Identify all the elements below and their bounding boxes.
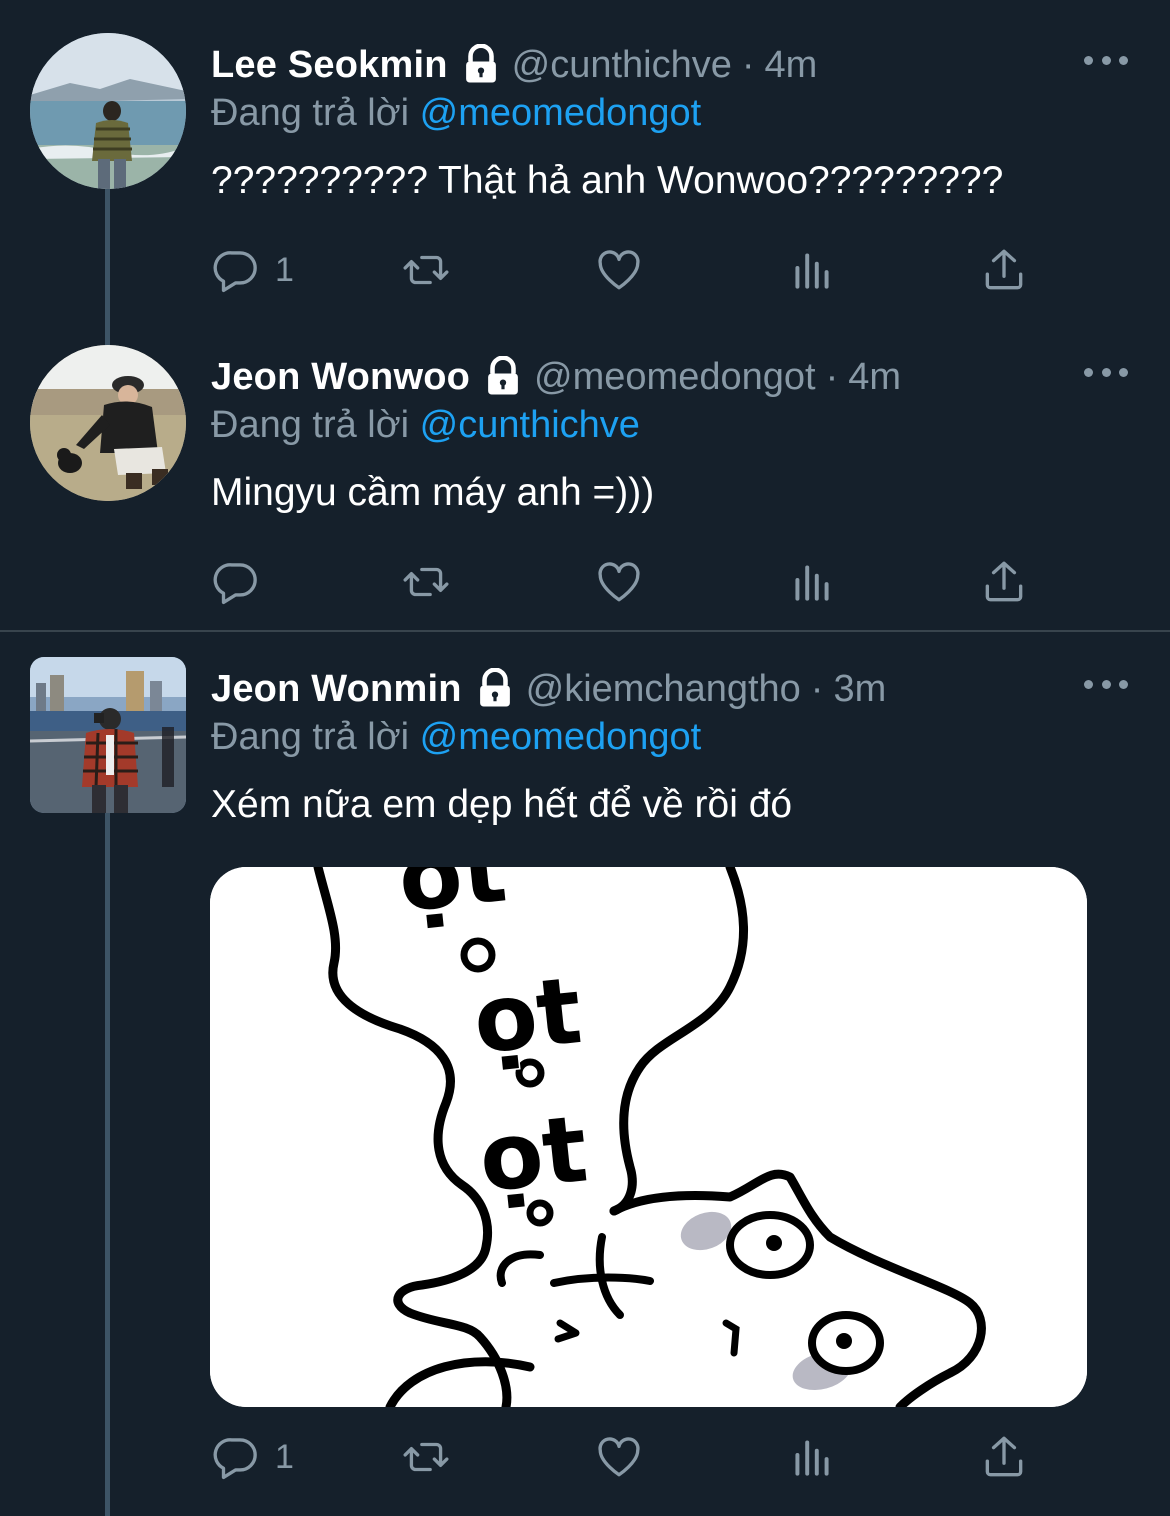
reply-icon [213, 563, 257, 605]
replying-to: Đang trả lời @meomedongot [211, 712, 701, 762]
timestamp[interactable]: 3m [833, 662, 886, 716]
lock-icon [460, 44, 502, 86]
sticker-text-2: ọt [469, 957, 587, 1075]
tweet-actions: 1 [211, 240, 1051, 300]
avatar[interactable] [30, 33, 186, 189]
replying-prefix: Đang trả lời [211, 716, 420, 758]
timestamp[interactable]: 4m [765, 38, 818, 92]
analytics-icon [795, 253, 829, 289]
replying-prefix: Đang trả lời [211, 92, 420, 134]
share-button[interactable] [979, 240, 1029, 300]
replying-mention[interactable]: @cunthichve [420, 404, 640, 446]
separator-dot: · [741, 44, 755, 86]
tweet-header: Jeon Wonmin @kiemchangtho · 3m [211, 662, 886, 716]
tweet-1[interactable]: Lee Seokmin @cunthichve · 4m Đang trả lờ… [0, 0, 1170, 312]
share-icon [985, 1436, 1023, 1477]
user-handle[interactable]: @meomedongot [534, 350, 816, 404]
tweet-actions: 1 [211, 1427, 1051, 1487]
separator-dot: · [810, 668, 824, 710]
reply-count: 1 [275, 250, 294, 289]
heart-icon [598, 250, 640, 290]
share-button[interactable] [979, 1427, 1029, 1487]
replying-mention[interactable]: @meomedongot [420, 92, 702, 134]
reply-button[interactable] [211, 552, 275, 612]
tweet-2[interactable]: Jeon Wonwoo @meomedongot · 4m Đang trả l… [0, 312, 1170, 632]
avatar-photo-beach [30, 33, 186, 189]
user-handle[interactable]: @kiemchangtho [526, 662, 801, 716]
analytics-icon [795, 565, 829, 601]
separator-dot: · [825, 356, 839, 398]
avatar[interactable] [30, 657, 186, 813]
retweet-icon [403, 567, 449, 597]
reply-button[interactable]: 1 [211, 240, 294, 300]
share-button[interactable] [979, 552, 1029, 612]
heart-icon [598, 562, 640, 602]
analytics-button[interactable] [787, 552, 837, 612]
share-icon [985, 561, 1023, 602]
timestamp[interactable]: 4m [848, 350, 901, 404]
retweet-icon [403, 1442, 449, 1472]
retweet-icon [403, 255, 449, 285]
like-button[interactable] [594, 552, 644, 612]
sticker-image: ọt ọt ọt [210, 867, 1087, 1407]
retweet-button[interactable] [401, 1427, 451, 1487]
lock-icon [482, 356, 524, 398]
tweet-media-image[interactable]: ọt ọt ọt [210, 867, 1087, 1407]
replying-to: Đang trả lời @meomedongot [211, 88, 701, 138]
lock-icon [474, 668, 516, 710]
tweet-text: Xém nữa em dẹp hết để về rồi đó [211, 783, 793, 826]
sticker-text-3: ọt [474, 1095, 592, 1213]
heart-icon [598, 1437, 640, 1477]
analytics-icon [795, 1440, 829, 1476]
retweet-button[interactable] [401, 552, 451, 612]
share-icon [985, 249, 1023, 290]
like-button[interactable] [594, 1427, 644, 1487]
reply-count: 1 [275, 1437, 294, 1476]
tweet-feed: Lee Seokmin @cunthichve · 4m Đang trả lờ… [0, 0, 1170, 1516]
replying-prefix: Đang trả lời [211, 404, 420, 446]
like-button[interactable] [594, 240, 644, 300]
analytics-button[interactable] [787, 240, 837, 300]
replying-to: Đang trả lời @cunthichve [211, 400, 640, 450]
user-handle[interactable]: @cunthichve [512, 38, 732, 92]
reply-button[interactable]: 1 [211, 1427, 294, 1487]
avatar[interactable] [30, 345, 186, 501]
avatar-photo-city [30, 657, 186, 813]
replying-mention[interactable]: @meomedongot [420, 716, 702, 758]
tweet-text: ?????????? Thật hả anh Wonwoo????????? [211, 159, 1004, 202]
tweet-header: Lee Seokmin @cunthichve · 4m [211, 38, 817, 92]
more-icon[interactable] [1084, 672, 1128, 696]
analytics-button[interactable] [787, 1427, 837, 1487]
more-icon[interactable] [1084, 360, 1128, 384]
sticker-text-1: ọt [393, 867, 511, 933]
display-name[interactable]: Jeon Wonmin [211, 662, 462, 716]
avatar-photo-park [30, 345, 186, 501]
tweet-actions [211, 552, 1051, 612]
reply-icon [213, 1438, 257, 1480]
display-name[interactable]: Lee Seokmin [211, 38, 448, 92]
display-name[interactable]: Jeon Wonwoo [211, 350, 470, 404]
retweet-button[interactable] [401, 240, 451, 300]
reply-icon [213, 251, 257, 293]
tweet-text: Mingyu cầm máy anh =))) [211, 471, 655, 514]
more-icon[interactable] [1084, 48, 1128, 72]
tweet-header: Jeon Wonwoo @meomedongot · 4m [211, 350, 901, 404]
